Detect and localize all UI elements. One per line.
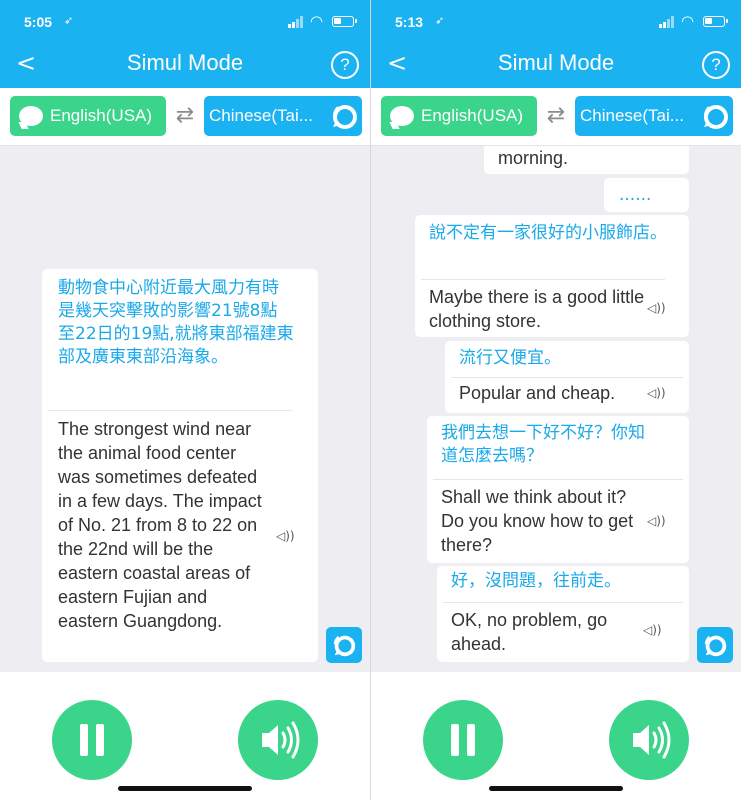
help-button[interactable]: ? bbox=[702, 51, 730, 79]
battery-icon bbox=[332, 16, 357, 27]
target-language-label: Chinese(Tai... bbox=[580, 106, 684, 125]
divider bbox=[443, 602, 683, 603]
translated-text: 我們去想一下好不好？你知道怎麼去嗎？ bbox=[441, 423, 645, 466]
speaker-icon[interactable]: ◁)) bbox=[647, 514, 666, 528]
home-indicator[interactable] bbox=[118, 786, 252, 791]
status-time: 5:05 bbox=[24, 14, 53, 30]
volume-button[interactable] bbox=[609, 700, 689, 780]
battery-icon bbox=[703, 16, 728, 27]
voice-input-button[interactable] bbox=[697, 627, 733, 663]
swap-languages-button[interactable]: ⇄ bbox=[542, 102, 570, 130]
source-language-button[interactable]: English(USA) bbox=[10, 96, 166, 136]
voice-input-button[interactable] bbox=[326, 627, 362, 663]
back-button[interactable]: < bbox=[14, 48, 38, 78]
pending-text: ...... bbox=[619, 185, 652, 205]
speech-bubble-icon bbox=[704, 635, 727, 657]
pending-message: ...... bbox=[604, 178, 689, 212]
speaker-icon[interactable]: ◁)) bbox=[276, 529, 295, 543]
source-text: Shall we think about it? Do you know how… bbox=[441, 487, 634, 555]
page-title: Simul Mode bbox=[497, 50, 615, 75]
source-language-label: English(USA) bbox=[421, 106, 524, 125]
pause-button[interactable] bbox=[423, 700, 503, 780]
back-button[interactable]: < bbox=[385, 48, 409, 78]
source-text: morning. bbox=[498, 148, 569, 168]
signal-icon bbox=[288, 16, 304, 28]
page-title: Simul Mode bbox=[126, 50, 244, 75]
translated-text: 流行又便宜。 bbox=[459, 348, 561, 368]
divider bbox=[451, 377, 683, 378]
message-card: 說不定有一家很好的小服飾店。 Maybe there is a good lit… bbox=[415, 215, 689, 337]
status-bar: 5:13 ➶ ◠ bbox=[371, 8, 741, 36]
pause-button[interactable] bbox=[52, 700, 132, 780]
pause-icon bbox=[80, 724, 88, 756]
speaker-icon[interactable]: ◁)) bbox=[643, 623, 662, 637]
message-card: 流行又便宜。 Popular and cheap. ◁)) bbox=[445, 341, 689, 413]
target-language-label: Chinese(Tai... bbox=[209, 106, 313, 125]
pause-icon-bar bbox=[96, 724, 104, 756]
control-bar bbox=[0, 672, 370, 800]
help-button[interactable]: ? bbox=[331, 51, 359, 79]
pause-icon bbox=[451, 724, 459, 756]
message-card: 我們去想一下好不好？你知道怎麼去嗎？ Shall we think about … bbox=[427, 416, 689, 563]
language-bar: English(USA) ⇄ Chinese(Tai... bbox=[371, 88, 741, 146]
speech-bubble-icon bbox=[390, 106, 414, 126]
signal-icon bbox=[659, 16, 675, 28]
header-bar: 5:05 ➶ ◠ < Simul Mode ? bbox=[0, 0, 370, 88]
header-bar: 5:13 ➶ ◠ < Simul Mode ? bbox=[371, 0, 741, 88]
control-bar bbox=[371, 672, 741, 800]
speech-bubble-icon bbox=[704, 105, 728, 129]
swap-languages-button[interactable]: ⇄ bbox=[171, 102, 199, 130]
volume-button[interactable] bbox=[238, 700, 318, 780]
status-time: 5:13 bbox=[395, 14, 424, 30]
speaker-icon[interactable]: ◁)) bbox=[647, 386, 666, 400]
language-bar: English(USA) ⇄ Chinese(Tai... bbox=[0, 88, 370, 146]
wifi-icon: ◠ bbox=[681, 13, 695, 30]
volume-icon bbox=[633, 721, 671, 759]
left-screen: 5:05 ➶ ◠ < Simul Mode ? English(USA) ⇄ C… bbox=[0, 0, 370, 800]
source-text: Popular and cheap. bbox=[459, 383, 616, 403]
status-bar: 5:05 ➶ ◠ bbox=[0, 8, 370, 36]
location-icon: ➶ bbox=[435, 15, 445, 27]
translated-text: 好，沒問題，往前走。 bbox=[451, 571, 621, 591]
target-language-button[interactable]: Chinese(Tai... bbox=[575, 96, 733, 136]
source-language-label: English(USA) bbox=[50, 106, 153, 125]
translated-text: 動物食中心附近最大風力有時是幾天突擊敗的影響21號8點至22日的19點,就將東部… bbox=[58, 278, 294, 367]
translated-text: 說不定有一家很好的小服飾店。 bbox=[429, 223, 667, 243]
right-screen: 5:13 ➶ ◠ < Simul Mode ? English(USA) ⇄ C… bbox=[371, 0, 741, 800]
conversation-area: morning. ◁)) ...... 說不定有一家很好的小服飾店。 Maybe… bbox=[371, 146, 741, 672]
speech-bubble-icon bbox=[333, 635, 356, 657]
message-card: 動物食中心附近最大風力有時是幾天突擊敗的影響21號8點至22日的19點,就將東部… bbox=[42, 269, 318, 662]
source-text: OK, no problem, go ahead. bbox=[451, 610, 608, 654]
speech-bubble-icon bbox=[333, 105, 357, 129]
divider bbox=[433, 479, 683, 480]
home-indicator[interactable] bbox=[489, 786, 623, 791]
target-language-button[interactable]: Chinese(Tai... bbox=[204, 96, 362, 136]
pause-icon-bar bbox=[467, 724, 475, 756]
conversation-area: 動物食中心附近最大風力有時是幾天突擊敗的影響21號8點至22日的19點,就將東部… bbox=[0, 146, 370, 672]
volume-icon bbox=[262, 721, 300, 759]
divider bbox=[421, 279, 665, 280]
speech-bubble-icon bbox=[19, 106, 43, 126]
message-card: morning. ◁)) bbox=[484, 146, 689, 174]
source-text: The strongest wind near the animal food … bbox=[58, 419, 262, 631]
wifi-icon: ◠ bbox=[310, 13, 324, 30]
divider bbox=[48, 410, 292, 411]
source-language-button[interactable]: English(USA) bbox=[381, 96, 537, 136]
speaker-icon[interactable]: ◁)) bbox=[647, 301, 666, 315]
source-text: Maybe there is a good little clothing st… bbox=[429, 287, 645, 331]
location-icon: ➶ bbox=[64, 15, 74, 27]
message-card: 好，沒問題，往前走。 OK, no problem, go ahead. ◁)) bbox=[437, 566, 689, 662]
